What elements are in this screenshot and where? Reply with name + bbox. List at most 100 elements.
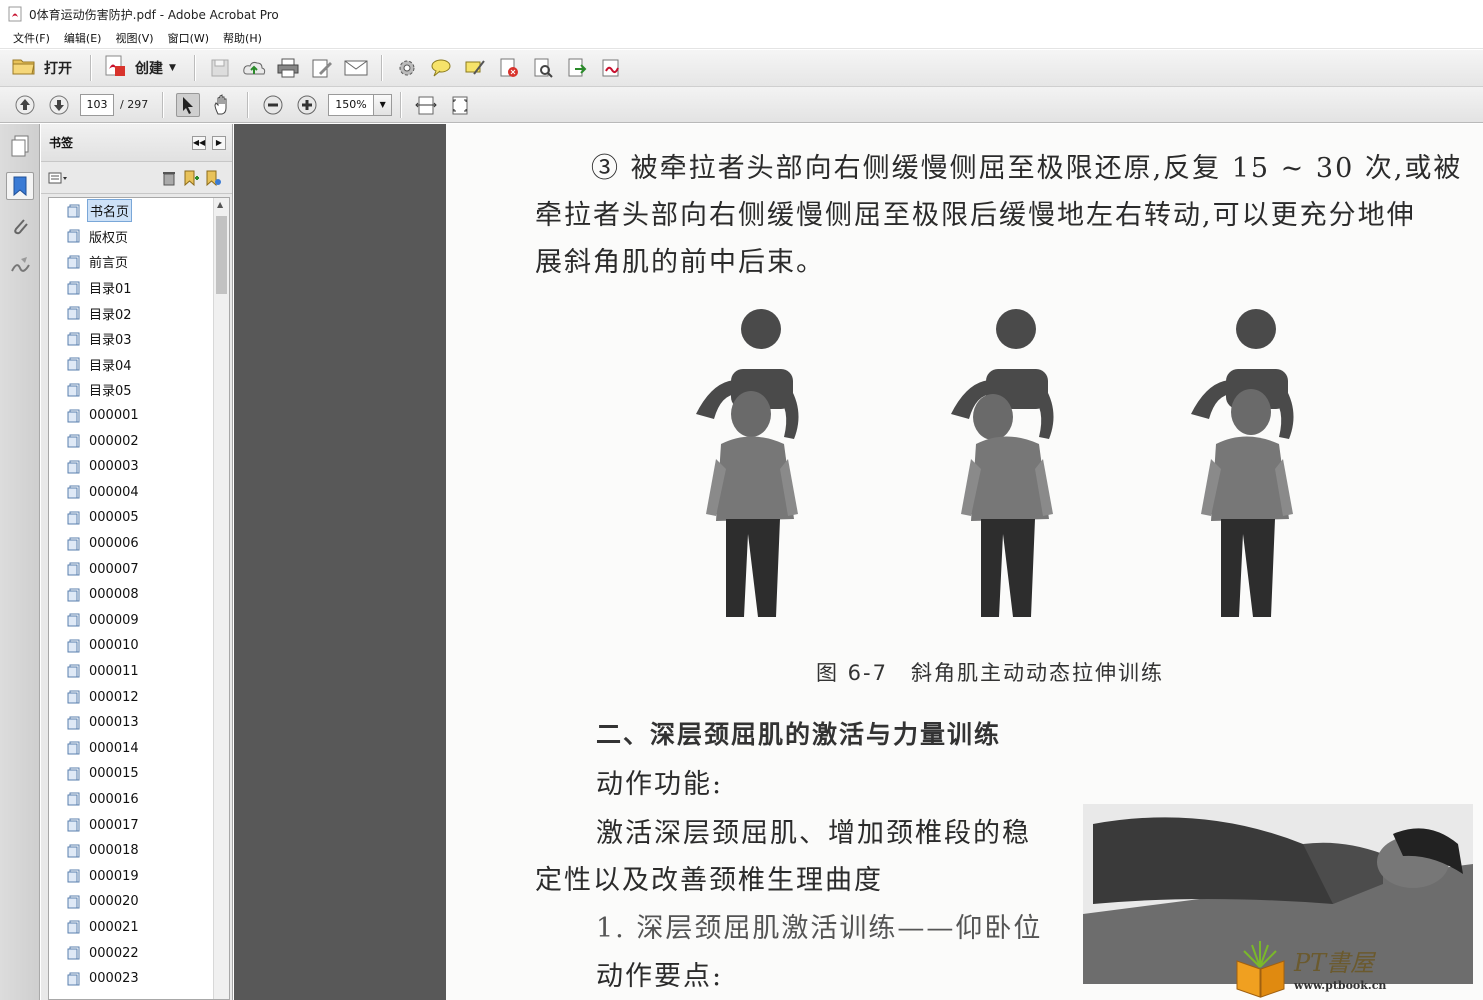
next-page-icon[interactable] [47, 93, 71, 117]
comment-icon[interactable] [429, 56, 453, 80]
bookmark-icon [67, 869, 81, 883]
bookmark-item[interactable]: 000007 [49, 556, 229, 582]
bookmark-item[interactable]: 000013 [49, 710, 229, 736]
pdf-page: ③ 被牵拉者头部向右侧缓慢侧屈至极限还原,反复 15 ~ 30 次,或被 牵拉者… [446, 124, 1483, 1000]
bookmark-item[interactable]: 000016 [49, 787, 229, 813]
bookmarks-icon[interactable] [5, 172, 34, 200]
bookmark-item[interactable]: 000014 [49, 735, 229, 761]
bookmark-icon [67, 767, 81, 781]
create-button[interactable]: 创建 ▼ [99, 54, 180, 82]
watermark: PT書屋 www.ptbook.cn [1232, 939, 1432, 999]
menu-view[interactable]: 视图(V) [108, 30, 160, 46]
fit-width-icon[interactable] [414, 93, 438, 117]
bookmark-item[interactable]: 000010 [49, 633, 229, 659]
bookmark-item[interactable]: 前言页 [49, 249, 229, 275]
bookmark-item[interactable]: 目录01 [49, 275, 229, 301]
bookmark-item[interactable]: 000019 [49, 863, 229, 889]
export-document-icon[interactable] [565, 56, 589, 80]
email-icon[interactable] [344, 56, 368, 80]
highlight-icon[interactable] [463, 56, 487, 80]
edit-document-icon[interactable] [310, 56, 334, 80]
zoom-input[interactable]: 150% [328, 93, 375, 116]
bookmark-label: 000021 [89, 919, 139, 935]
bookmark-item[interactable]: 000001 [49, 403, 229, 429]
bookmark-item[interactable]: 000009 [49, 608, 229, 634]
zoom-out-icon[interactable] [261, 93, 285, 117]
menu-file[interactable]: 文件(F) [6, 30, 57, 46]
photo-1 [696, 309, 799, 617]
bookmark-icon [67, 306, 81, 320]
bookmark-item[interactable]: 000023 [49, 966, 229, 992]
scroll-up-icon[interactable]: ▲ [217, 200, 223, 209]
bookmark-item[interactable]: 000002 [49, 428, 229, 454]
secure-document-icon[interactable] [497, 56, 521, 80]
bookmark-icon [67, 792, 81, 806]
previous-page-icon[interactable] [13, 93, 37, 117]
bookmark-item[interactable]: 000012 [49, 684, 229, 710]
bookmark-icon [67, 818, 81, 832]
folder-icon [12, 56, 36, 80]
bookmark-item[interactable]: 000017 [49, 812, 229, 838]
bookmark-label: 000001 [89, 408, 139, 424]
print-icon[interactable] [276, 56, 300, 80]
bookmark-label: 000022 [89, 945, 139, 961]
page-thumbnails-icon[interactable] [6, 132, 34, 160]
bookmark-item[interactable]: 000021 [49, 915, 229, 941]
bookmark-icon [67, 460, 81, 474]
bookmark-item[interactable]: 000004 [49, 480, 229, 506]
new-bookmark-icon[interactable] [180, 168, 202, 188]
settings-gear-icon[interactable] [395, 56, 419, 80]
document-viewport[interactable]: ③ 被牵拉者头部向右侧缓慢侧屈至极限还原,反复 15 ~ 30 次,或被 牵拉者… [234, 124, 1483, 1000]
bookmark-item[interactable]: 000018 [49, 838, 229, 864]
menu-bar: 文件(F) 编辑(E) 视图(V) 窗口(W) 帮助(H) [0, 28, 1483, 49]
bookmark-item[interactable]: 000020 [49, 889, 229, 915]
window-title: 0体育运动伤害防护.pdf - Adobe Acrobat Pro [29, 7, 279, 22]
bookmark-item[interactable]: 版权页 [49, 224, 229, 250]
bookmark-properties-icon[interactable] [202, 168, 224, 188]
hand-tool-icon[interactable] [210, 93, 234, 117]
zoom-selector[interactable]: 150% ▼ [328, 93, 393, 116]
upload-cloud-icon[interactable] [242, 56, 266, 80]
save-icon[interactable] [208, 56, 232, 80]
bookmark-item[interactable]: 目录04 [49, 352, 229, 378]
bookmark-item[interactable]: 目录05 [49, 377, 229, 403]
expand-panel-icon[interactable]: ▶ [212, 135, 226, 150]
bookmark-item[interactable]: 000015 [49, 761, 229, 787]
options-menu-icon[interactable] [47, 168, 69, 188]
photo-2 [951, 309, 1054, 617]
bookmark-icon [67, 716, 81, 730]
bookmark-item[interactable]: 目录03 [49, 326, 229, 352]
zoom-in-icon[interactable] [295, 93, 319, 117]
bookmark-item[interactable]: 000006 [49, 531, 229, 557]
paragraph-line: ③ 被牵拉者头部向右侧缓慢侧屈至极限还原,反复 15 ~ 30 次,或被 [591, 153, 1463, 184]
bookmark-item[interactable]: 书名页 [49, 198, 229, 224]
bookmark-icon [67, 255, 81, 269]
menu-edit[interactable]: 编辑(E) [57, 30, 109, 46]
bookmark-icon [67, 690, 81, 704]
bookmark-item[interactable]: 000011 [49, 659, 229, 685]
bookmark-label: 000016 [89, 791, 139, 807]
select-tool-icon[interactable] [176, 92, 201, 117]
menu-window[interactable]: 窗口(W) [161, 30, 216, 46]
review-document-icon[interactable] [531, 56, 555, 80]
delete-icon[interactable] [158, 168, 180, 188]
fit-page-icon[interactable] [448, 93, 472, 117]
attachments-icon[interactable] [6, 212, 34, 240]
page-number-input[interactable]: 103 [80, 93, 114, 116]
bookmark-item[interactable]: 000003 [49, 454, 229, 480]
bookmark-item[interactable]: 目录02 [49, 300, 229, 326]
bookmarks-scrollbar[interactable]: ▲ [213, 198, 229, 999]
bookmark-item[interactable]: 000008 [49, 582, 229, 608]
chevron-down-icon[interactable]: ▼ [374, 93, 393, 116]
bookmark-item[interactable]: 000022 [49, 940, 229, 966]
signatures-icon[interactable] [6, 252, 34, 280]
bookmark-label: 000004 [89, 484, 139, 500]
menu-help[interactable]: 帮助(H) [216, 30, 269, 46]
open-button[interactable]: 打开 [8, 54, 76, 82]
collapse-panel-icon[interactable]: ◀◀ [192, 135, 206, 150]
bookmark-item[interactable]: 000005 [49, 505, 229, 531]
title-bar: 0体育运动伤害防护.pdf - Adobe Acrobat Pro [0, 0, 1483, 28]
sign-document-icon[interactable] [599, 56, 623, 80]
bookmark-icon [67, 562, 81, 576]
scrollbar-thumb[interactable] [216, 216, 227, 294]
